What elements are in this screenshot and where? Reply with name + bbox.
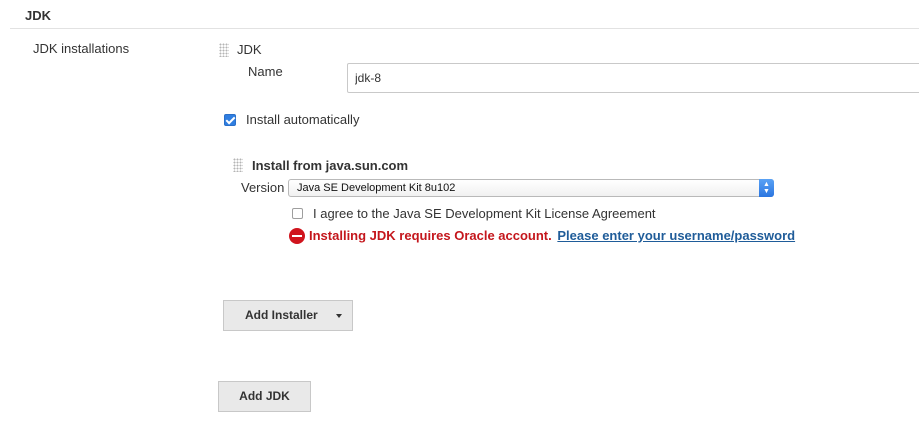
install-automatically-checkbox[interactable] <box>224 114 236 126</box>
add-installer-button[interactable]: Add Installer <box>223 300 353 331</box>
select-arrows-icon: ▲ ▼ <box>759 179 774 197</box>
caret-down-icon[interactable] <box>336 314 342 318</box>
add-jdk-button[interactable]: Add JDK <box>218 381 311 412</box>
section-title: JDK <box>25 8 52 23</box>
license-agree-label: I agree to the Java SE Development Kit L… <box>313 206 656 221</box>
error-text: Installing JDK requires Oracle account. <box>309 228 552 243</box>
version-label: Version <box>241 180 285 195</box>
enter-credentials-link[interactable]: Please enter your username/password <box>557 228 795 243</box>
version-selected-value: Java SE Development Kit 8u102 <box>297 182 456 194</box>
jdk-entry-heading: JDK <box>237 42 262 57</box>
name-label: Name <box>248 64 283 79</box>
section-divider <box>10 28 919 29</box>
error-message: Installing JDK requires Oracle account. … <box>289 227 795 245</box>
error-icon <box>289 227 305 244</box>
jdk-installations-label: JDK installations <box>33 41 130 56</box>
installer-drag-handle-icon[interactable] <box>233 158 243 172</box>
name-input[interactable] <box>347 63 919 93</box>
install-automatically-label: Install automatically <box>246 112 360 127</box>
installer-title: Install from java.sun.com <box>252 158 409 173</box>
drag-handle-icon[interactable] <box>219 43 229 57</box>
add-installer-label: Add Installer <box>245 308 318 322</box>
version-select[interactable]: Java SE Development Kit 8u102 ▲ ▼ <box>288 179 774 197</box>
license-agree-checkbox[interactable] <box>292 208 303 219</box>
